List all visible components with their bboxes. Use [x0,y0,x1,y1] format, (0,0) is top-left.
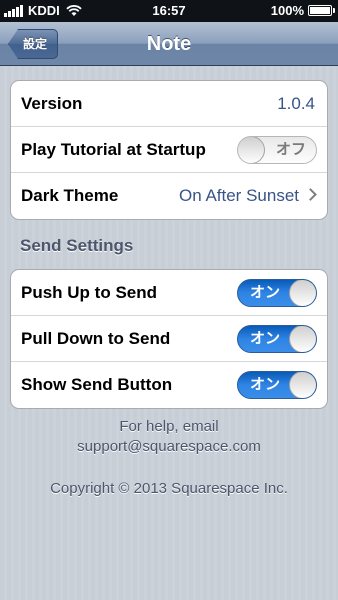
push-up-toggle[interactable]: オン [237,279,317,307]
push-up-row: Push Up to Send オン [11,270,327,316]
status-bar: KDDI 16:57 100% [0,0,338,22]
dark-theme-value: On After Sunset [178,186,299,205]
send-settings-header: Send Settings [20,236,134,255]
toggle-knob [289,326,316,352]
chevron-right-icon [304,188,317,201]
help-text-line1: For help, email [119,418,219,435]
show-send-button-toggle[interactable]: オン [237,371,317,399]
toggle-on-label: オン [250,284,281,301]
copyright-text: Copyright © 2013 Squarespace Inc. [50,480,288,497]
status-right: 100% [270,3,335,18]
battery-icon [308,5,335,16]
page-title: Note [146,33,192,55]
version-row: Version 1.0.4 [11,81,327,127]
pull-down-toggle[interactable]: オン [237,325,317,353]
toggle-on-label: オン [250,376,281,393]
general-settings-group: Version 1.0.4 Play Tutorial at Startup オ… [10,80,328,220]
toggle-knob [238,137,265,163]
navigation-bar: 設定 Note [0,22,338,66]
help-email[interactable]: support@squarespace.com [0,438,338,455]
tutorial-row: Play Tutorial at Startup オフ [11,127,327,173]
pull-down-label: Pull Down to Send [21,329,171,348]
dark-theme-label: Dark Theme [21,186,119,205]
push-up-label: Push Up to Send [21,283,157,302]
dark-theme-row[interactable]: Dark Theme On After Sunset [11,173,327,219]
battery-percent: 100% [270,3,304,18]
toggle-knob [289,280,316,306]
pull-down-row: Pull Down to Send オン [11,316,327,362]
toggle-off-label: オフ [275,141,306,158]
version-value: 1.0.4 [277,94,315,113]
show-send-button-row: Show Send Button オン [11,362,327,408]
tutorial-label: Play Tutorial at Startup [21,140,206,159]
tutorial-toggle[interactable]: オフ [237,136,317,164]
send-settings-group: Push Up to Send オン Pull Down to Send オン … [10,269,328,409]
toggle-knob [289,372,316,398]
show-send-button-label: Show Send Button [21,375,173,394]
toggle-on-label: オン [250,330,281,347]
version-label: Version [21,94,83,113]
